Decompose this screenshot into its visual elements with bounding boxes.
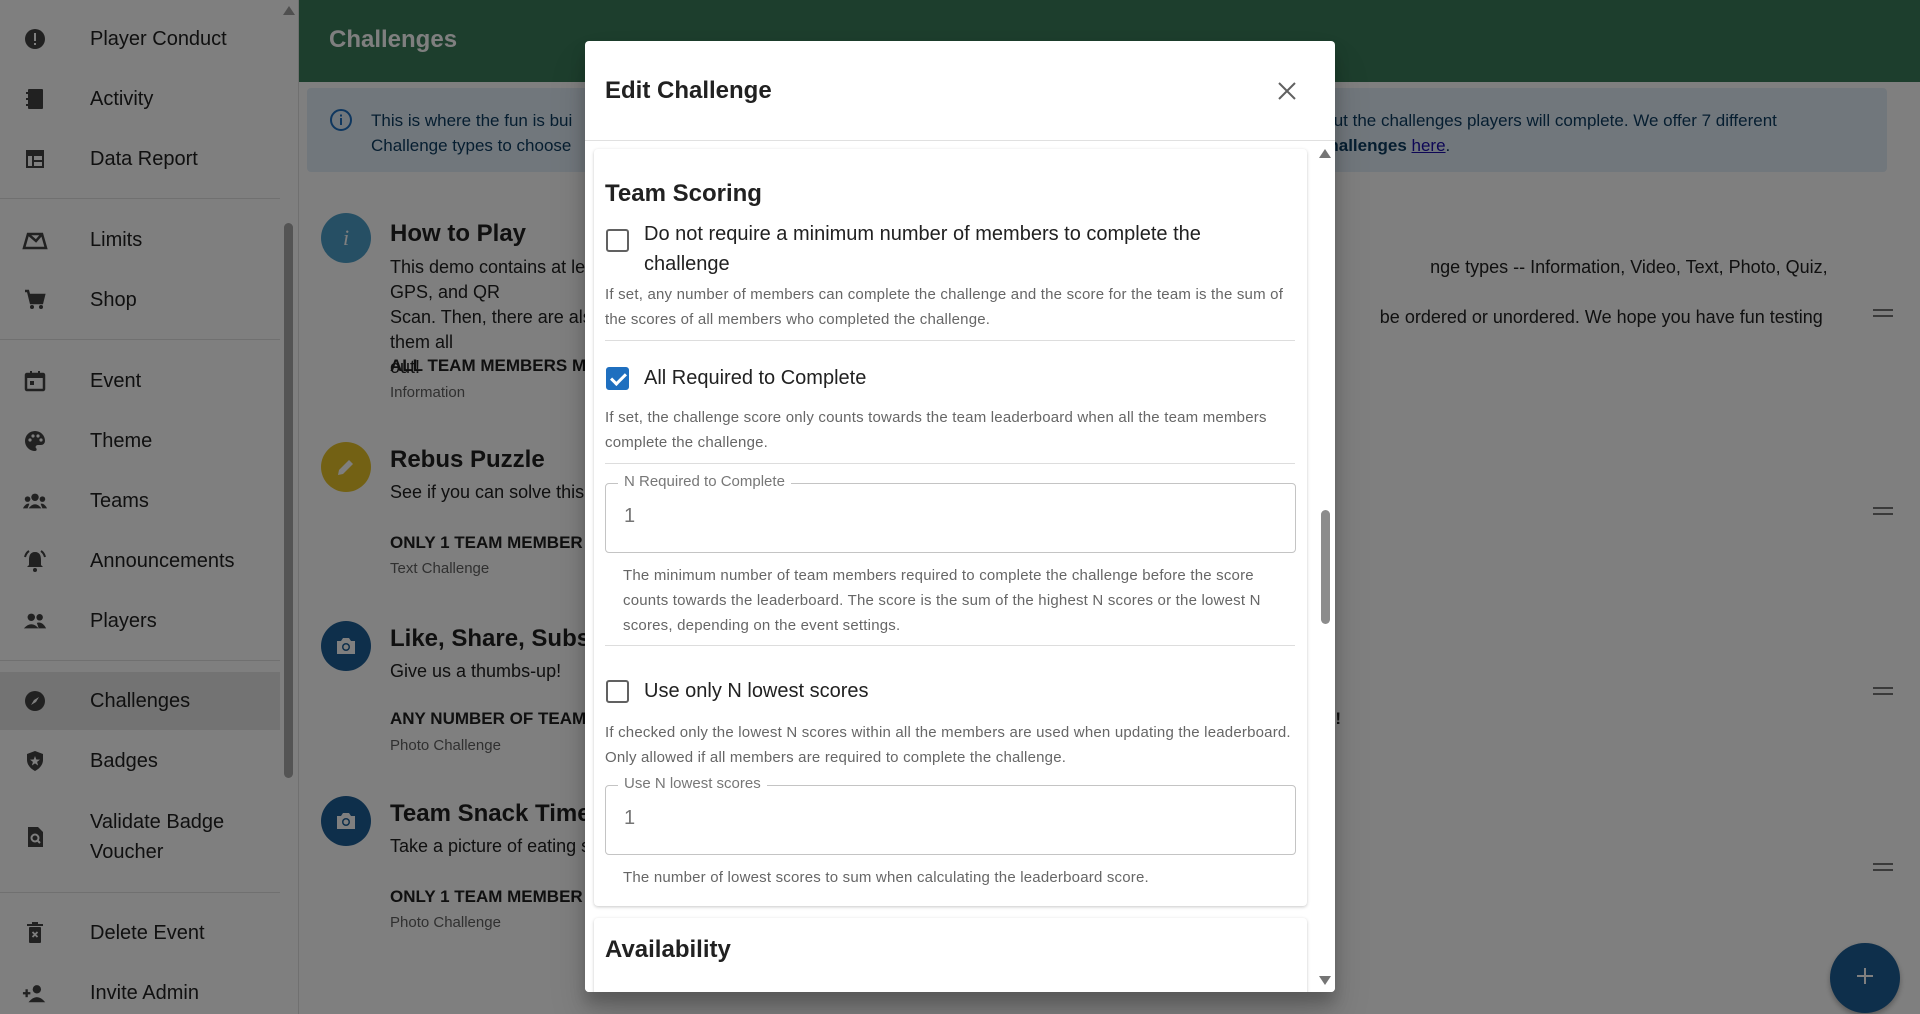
n-lowest-field[interactable]: Use N lowest scores: [605, 775, 1296, 855]
divider: [605, 645, 1295, 646]
no-minimum-helper: If set, any number of members can comple…: [605, 286, 1284, 328]
divider: [605, 340, 1295, 341]
n-lowest-input[interactable]: [624, 807, 1264, 830]
close-button[interactable]: [1272, 78, 1302, 108]
team-scoring-heading: Team Scoring: [605, 180, 762, 207]
n-lowest-helper: The number of lowest scores to sum when …: [623, 869, 1149, 886]
close-icon: [1276, 80, 1298, 107]
dialog-scrollbar[interactable]: [1321, 510, 1330, 624]
dialog-title: Edit Challenge: [605, 77, 772, 104]
n-lowest-field-label: Use N lowest scores: [618, 775, 767, 792]
no-minimum-label: Do not require a minimum number of membe…: [644, 223, 1201, 275]
no-minimum-checkbox[interactable]: [606, 229, 629, 252]
availability-heading: Availability: [605, 936, 731, 963]
n-required-field-label: N Required to Complete: [618, 473, 791, 490]
dialog-body: Team Scoring Do not require a minimum nu…: [585, 142, 1335, 992]
divider: [605, 463, 1295, 464]
use-lowest-label: Use only N lowest scores: [644, 680, 869, 702]
dialog-scroll-down-arrow[interactable]: [1319, 976, 1331, 985]
all-required-checkbox[interactable]: [606, 367, 629, 390]
all-required-label: All Required to Complete: [644, 367, 867, 389]
availability-card: Availability: [594, 918, 1307, 992]
n-required-helper: The minimum number of team members requi…: [623, 567, 1261, 634]
n-required-input[interactable]: [624, 505, 1264, 528]
dialog-scroll-up-arrow[interactable]: [1319, 149, 1331, 158]
team-scoring-card: Team Scoring Do not require a minimum nu…: [594, 149, 1307, 906]
use-lowest-helper: If checked only the lowest N scores with…: [605, 724, 1291, 766]
n-required-field[interactable]: N Required to Complete: [605, 473, 1296, 553]
use-lowest-checkbox[interactable]: [606, 680, 629, 703]
dialog-header: Edit Challenge: [585, 41, 1335, 141]
edit-challenge-dialog: Edit Challenge Team Scoring Do not requi…: [585, 41, 1335, 992]
all-required-helper: If set, the challenge score only counts …: [605, 409, 1267, 451]
